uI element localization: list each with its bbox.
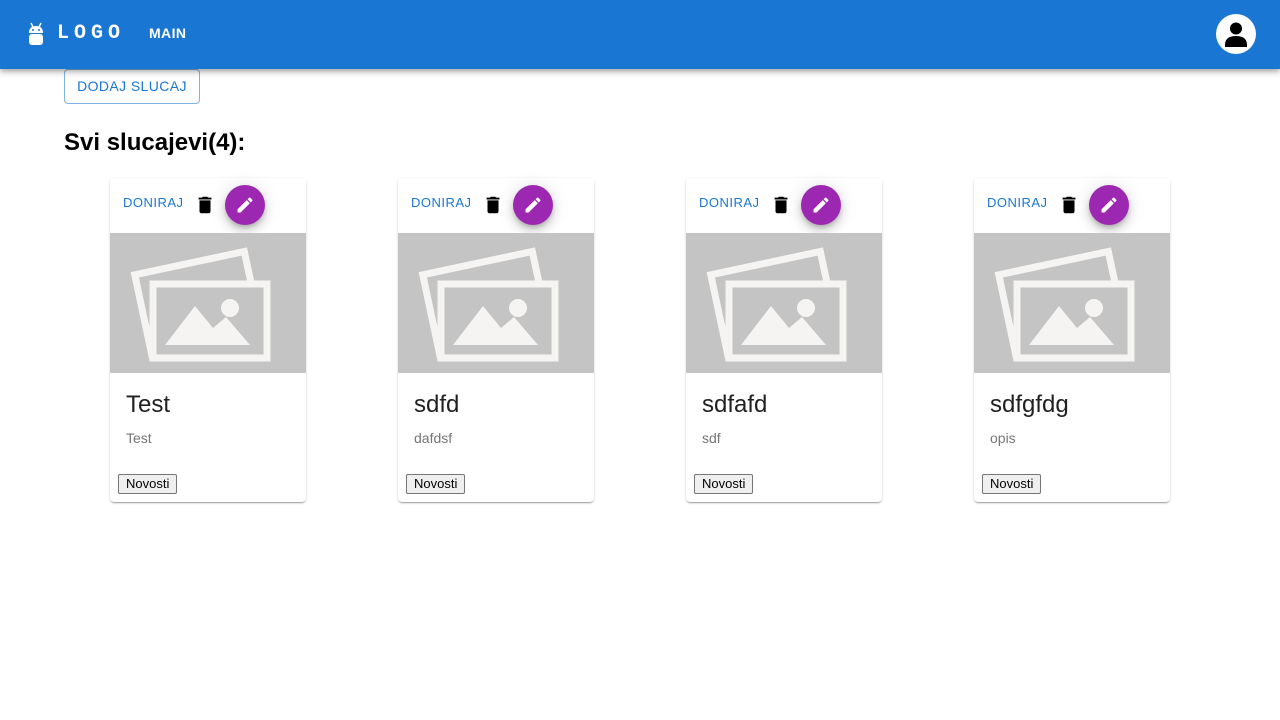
pencil-icon — [813, 197, 829, 213]
pencil-icon — [1101, 197, 1117, 213]
card-title: sdfafd — [702, 391, 768, 418]
user-avatar[interactable] — [1216, 14, 1256, 54]
trash-icon[interactable] — [770, 193, 792, 217]
donate-button[interactable]: DONIRAJ — [691, 190, 768, 216]
card-image — [686, 233, 882, 373]
pencil-icon — [237, 197, 253, 213]
category-tag-button[interactable]: Novosti — [694, 474, 754, 494]
donate-button[interactable]: DONIRAJ — [403, 190, 480, 216]
image-placeholder-icon — [418, 247, 559, 362]
card-description: opis — [990, 430, 1016, 446]
add-case-button[interactable]: DODAJ SLUCAJ — [64, 69, 200, 104]
card-title: sdfgfdg — [990, 391, 1069, 418]
donate-button[interactable]: DONIRAJ — [115, 190, 192, 216]
account-icon — [1225, 22, 1247, 47]
case-card: DONIRAJ Test Test Novosti — [110, 178, 306, 502]
card-image — [974, 233, 1170, 373]
card-title: Test — [126, 391, 171, 418]
trash-icon[interactable] — [194, 193, 216, 217]
nav-main-link[interactable]: MAIN — [138, 20, 197, 46]
case-card: DONIRAJ sdfafd sdf Novosti — [686, 178, 882, 502]
app-bar: LOGO MAIN — [0, 0, 1280, 69]
card-image — [110, 233, 306, 373]
trash-icon[interactable] — [482, 193, 504, 217]
logo-text[interactable]: LOGO — [57, 24, 125, 44]
trash-icon[interactable] — [1058, 193, 1080, 217]
edit-button[interactable] — [513, 185, 553, 225]
edit-button[interactable] — [801, 185, 841, 225]
category-tag-button[interactable]: Novosti — [982, 474, 1042, 494]
edit-button[interactable] — [1089, 185, 1129, 225]
card-description: Test — [126, 430, 152, 446]
edit-button[interactable] — [225, 185, 265, 225]
card-description: dafdsf — [414, 430, 453, 446]
image-placeholder-icon — [130, 247, 271, 362]
image-placeholder-icon — [994, 247, 1135, 362]
image-placeholder-icon — [706, 247, 847, 362]
android-icon — [29, 22, 43, 45]
card-description: sdf — [702, 430, 721, 446]
pencil-icon — [525, 197, 541, 213]
card-title: sdfd — [414, 391, 460, 418]
category-tag-button[interactable]: Novosti — [406, 474, 466, 494]
donate-button[interactable]: DONIRAJ — [979, 190, 1056, 216]
case-card: DONIRAJ sdfd dafdsf Novosti — [398, 178, 594, 502]
page-title: Svi slucajevi(4): — [64, 129, 246, 156]
case-card: DONIRAJ sdfgfdg opis Novosti — [974, 178, 1170, 502]
card-image — [398, 233, 594, 373]
category-tag-button[interactable]: Novosti — [118, 474, 178, 494]
